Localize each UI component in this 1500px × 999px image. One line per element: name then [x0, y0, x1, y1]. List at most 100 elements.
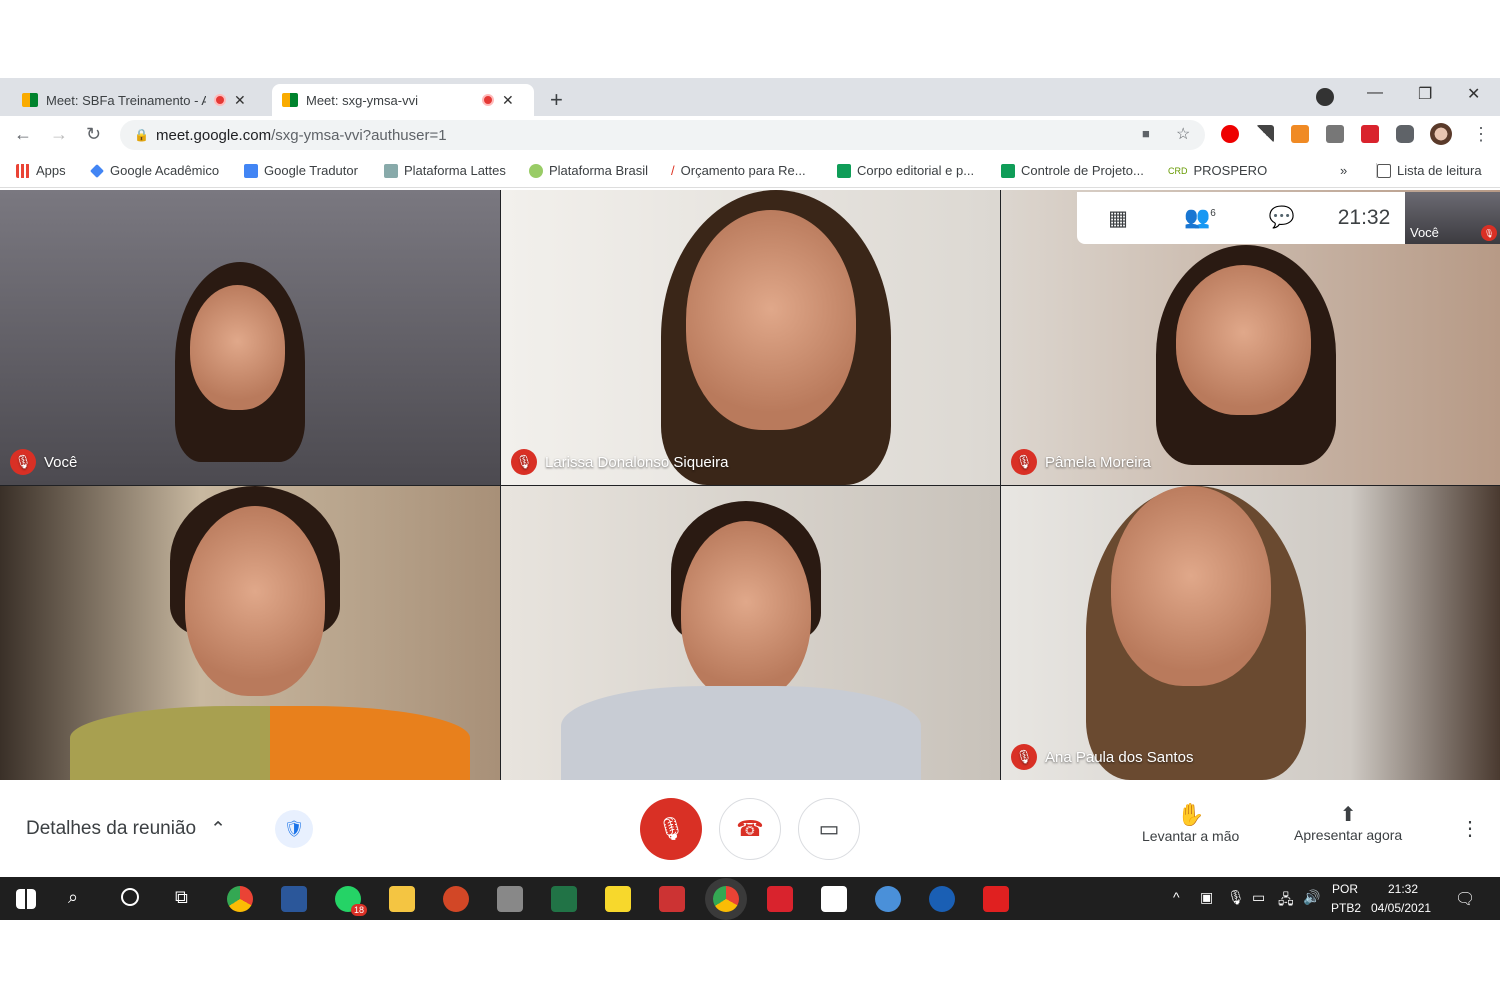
- app-5-icon[interactable]: [821, 886, 847, 912]
- bookmark-prospero[interactable]: CRD PROSPERO: [1168, 163, 1267, 178]
- bookmark-label: Google Acadêmico: [110, 163, 220, 178]
- app-v-icon[interactable]: [929, 886, 955, 912]
- file-explorer-icon[interactable]: [389, 886, 415, 912]
- acrobat-icon[interactable]: [983, 886, 1009, 912]
- participants-icon[interactable]: 👥6: [1159, 206, 1241, 230]
- minimize-button[interactable]: —: [1367, 84, 1383, 102]
- menu-kebab-icon[interactable]: ⋮: [1472, 124, 1490, 145]
- close-tab-icon[interactable]: ✕: [234, 92, 246, 109]
- participant-tile[interactable]: 🎙 Ana Paula dos Santos: [1001, 486, 1500, 780]
- new-tab-button[interactable]: +: [540, 84, 573, 116]
- bookmark-controle-projeto[interactable]: Controle de Projeto...: [1001, 163, 1144, 178]
- bookmark-plataforma-brasil[interactable]: Plataforma Brasil: [529, 163, 648, 178]
- sticky-notes-icon[interactable]: [605, 886, 631, 912]
- participant-tile[interactable]: [0, 486, 500, 780]
- signal-ext-icon[interactable]: [1256, 125, 1274, 143]
- reload-icon[interactable]: ↻: [86, 124, 101, 145]
- camera-toggle-button[interactable]: ▭: [798, 798, 860, 860]
- keyboard-layout[interactable]: PTB2: [1331, 901, 1361, 915]
- cortana-icon[interactable]: [121, 888, 139, 906]
- notifications-icon[interactable]: 🗨: [1455, 889, 1475, 909]
- excel-icon[interactable]: [551, 886, 577, 912]
- more-options-icon[interactable]: ⋮: [1460, 816, 1480, 841]
- bookmark-label: Apps: [36, 163, 66, 178]
- bookmark-label: Plataforma Brasil: [549, 163, 648, 178]
- mendeley-ext-icon[interactable]: [1361, 125, 1379, 143]
- layout-grid-icon[interactable]: ▦: [1077, 206, 1159, 231]
- app-globe-icon[interactable]: [875, 886, 901, 912]
- details-label: Detalhes da reunião: [26, 818, 197, 839]
- bookmark-corpo-editorial[interactable]: Corpo editorial e p...: [837, 163, 974, 178]
- system-time[interactable]: 21:32: [1388, 882, 1418, 896]
- bookmark-google-academico[interactable]: Google Acadêmico: [90, 163, 219, 178]
- mendeley-icon[interactable]: [767, 886, 793, 912]
- forward-icon[interactable]: →: [50, 124, 68, 145]
- facebook-ext-icon[interactable]: [1326, 125, 1344, 143]
- close-window-button[interactable]: ✕: [1467, 84, 1480, 104]
- close-tab-icon[interactable]: ✕: [502, 92, 514, 109]
- host-controls-shield-icon[interactable]: 🛡: [275, 810, 313, 848]
- chat-icon[interactable]: 💬: [1241, 206, 1323, 230]
- volume-icon[interactable]: 🔊: [1303, 889, 1320, 906]
- meet-tray-icon[interactable]: ▣: [1200, 889, 1213, 906]
- address-bar[interactable]: 🔒 meet.google.com/sxg-ymsa-vvi?authuser=…: [120, 120, 1205, 150]
- participant-tile[interactable]: 🎙 Larissa Donalonso Siqueira: [501, 190, 1000, 485]
- self-view-thumbnail[interactable]: Você 🎙: [1405, 192, 1500, 244]
- avatar[interactable]: [1430, 123, 1452, 145]
- meeting-details-button[interactable]: Detalhes da reunião ⌃: [26, 818, 226, 841]
- extensions-icon[interactable]: [1396, 125, 1414, 143]
- bookmarks-overflow[interactable]: »: [1340, 163, 1347, 178]
- network-icon[interactable]: 🖧: [1278, 889, 1294, 913]
- chrome-active-icon[interactable]: [713, 886, 739, 912]
- microphone-tray-icon[interactable]: 🎙: [1227, 889, 1245, 906]
- sc-ext-icon[interactable]: [1291, 125, 1309, 143]
- powerpoint-icon[interactable]: [443, 886, 469, 912]
- bookmark-label: Plataforma Lattes: [404, 163, 506, 178]
- bookmark-plataforma-lattes[interactable]: Plataforma Lattes: [384, 163, 506, 178]
- chrome-icon[interactable]: [227, 886, 253, 912]
- task-view-icon[interactable]: ⧉: [175, 887, 188, 908]
- raise-hand-button[interactable]: ✋ Levantar a mão: [1142, 802, 1239, 844]
- participant-count: 6: [1210, 208, 1216, 219]
- profile-menu-icon[interactable]: [1316, 88, 1334, 106]
- bookmark-orcamento[interactable]: / Orçamento para Re...: [671, 163, 806, 178]
- tab-strip: Meet: SBFa Treinamento - Al ✕ Meet: sxg-…: [0, 78, 1500, 116]
- participant-tile[interactable]: 🎙 Você: [0, 190, 500, 485]
- meet-top-controls: ▦ 👥6 💬 21:32: [1077, 192, 1405, 244]
- camera-icon[interactable]: ■: [1142, 126, 1150, 141]
- participant-tile[interactable]: [501, 486, 1000, 780]
- leave-call-button[interactable]: ☎: [719, 798, 781, 860]
- search-icon[interactable]: ⌕: [68, 887, 78, 908]
- tab-sbfa[interactable]: Meet: SBFa Treinamento - Al ✕: [12, 84, 272, 116]
- microphone-toggle-button[interactable]: 🎙: [640, 798, 702, 860]
- mic-off-icon: 🎙: [511, 449, 537, 475]
- mic-off-icon: 🎙: [1011, 744, 1037, 770]
- recording-icon: [482, 94, 494, 106]
- browser-toolbar: ← → ↻ 🔒 meet.google.com/sxg-ymsa-vvi?aut…: [0, 116, 1500, 154]
- system-date[interactable]: 04/05/2021: [1371, 901, 1431, 915]
- scholar-icon: [90, 163, 104, 178]
- tab-meet-active[interactable]: Meet: sxg-ymsa-vvi ✕: [272, 84, 534, 116]
- reading-list[interactable]: Lista de leitura: [1376, 163, 1482, 178]
- bookmark-star-icon[interactable]: ☆: [1176, 124, 1190, 144]
- present-now-button[interactable]: ⬆ Apresentar agora: [1294, 802, 1402, 843]
- snipping-tool-icon[interactable]: [659, 886, 685, 912]
- back-icon[interactable]: ←: [14, 124, 32, 145]
- tab-title: Meet: sxg-ymsa-vvi: [306, 92, 418, 108]
- language-indicator[interactable]: POR: [1332, 882, 1358, 896]
- mic-off-icon: 🎙: [1481, 225, 1497, 241]
- reading-list-icon: [1377, 163, 1391, 178]
- tray-chevron-icon[interactable]: ^: [1173, 889, 1180, 905]
- meet-icon: [22, 93, 38, 107]
- battery-icon[interactable]: ▭: [1252, 889, 1265, 906]
- bookmark-label: Lista de leitura: [1397, 163, 1482, 178]
- bookmark-google-tradutor[interactable]: Google Tradutor: [244, 163, 358, 178]
- windows-start-icon[interactable]: [16, 889, 36, 909]
- opera-ext-icon[interactable]: [1221, 125, 1239, 143]
- restore-button[interactable]: ❐: [1418, 84, 1432, 104]
- participant-name: Larissa Donalonso Siqueira: [545, 453, 729, 471]
- word-icon[interactable]: [281, 886, 307, 912]
- calculator-icon[interactable]: [497, 886, 523, 912]
- whatsapp-icon[interactable]: 18: [335, 886, 367, 916]
- bookmark-apps[interactable]: Apps: [16, 163, 66, 178]
